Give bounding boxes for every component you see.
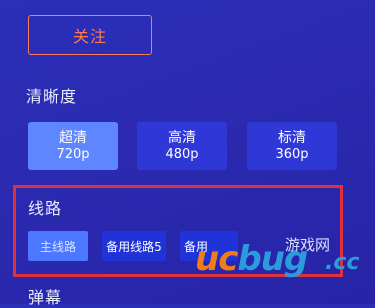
clarity-options: 超清 720p 高清 480p 标清 360p [28,122,348,170]
danmu-section-title: 弹幕 [28,288,63,307]
clarity-option-super-hd[interactable]: 超清 720p [28,122,118,170]
route-option-backup-5[interactable]: 备用线路5 [102,231,166,261]
clarity-section-title: 清晰度 [26,87,78,106]
clarity-option-resolution: 360p [275,146,309,162]
clarity-option-resolution: 480p [165,146,199,162]
follow-button[interactable]: 关注 [28,15,152,55]
clarity-option-hd[interactable]: 高清 480p [137,122,227,170]
route-option-backup[interactable]: 备用 [180,231,238,261]
clarity-option-name: 标清 [278,129,306,146]
clarity-option-name: 高清 [168,129,196,146]
route-option-main[interactable]: 主线路 [28,231,88,261]
clarity-option-resolution: 720p [56,146,90,162]
route-options: 主线路 备用线路5 备用 [28,231,348,261]
route-section-title: 线路 [28,199,63,218]
clarity-option-sd[interactable]: 标清 360p [247,122,337,170]
clarity-option-name: 超清 [59,129,87,146]
